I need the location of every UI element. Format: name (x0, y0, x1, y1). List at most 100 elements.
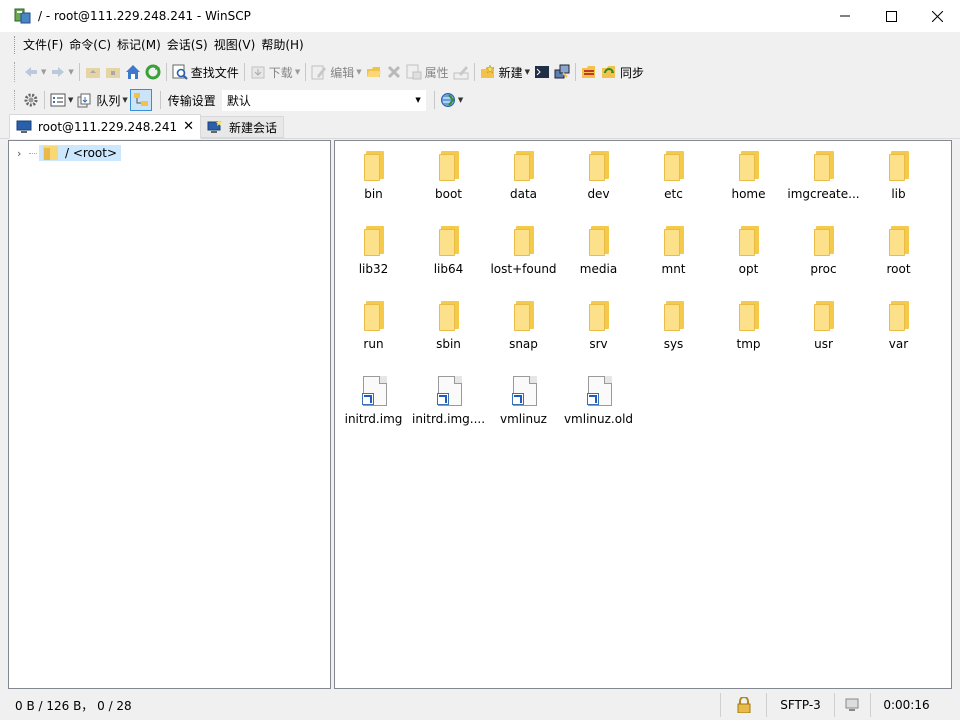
view-mode-button[interactable]: ▼ (48, 89, 75, 111)
compare-directories-button[interactable] (579, 61, 599, 83)
folder-item[interactable]: var (861, 295, 936, 370)
putty-button[interactable] (552, 61, 572, 83)
menu-grip[interactable] (14, 36, 17, 54)
rename-button[interactable] (451, 61, 471, 83)
transfer-options-dropdown-icon[interactable]: ▼ (458, 96, 463, 104)
forward-dropdown-icon[interactable]: ▼ (68, 68, 73, 76)
folder-item[interactable]: opt (711, 220, 786, 295)
folder-item[interactable]: proc (786, 220, 861, 295)
chevron-right-icon[interactable]: › (17, 147, 29, 160)
file-name: lib (891, 187, 906, 201)
link-item[interactable]: vmlinuz.old (561, 370, 636, 445)
folder-item[interactable]: dev (561, 145, 636, 220)
menu-command[interactable]: 命令(C) (66, 34, 114, 56)
refresh-button[interactable] (143, 61, 163, 83)
winscp-app-icon[interactable] (14, 7, 32, 25)
folder-item[interactable]: data (486, 145, 561, 220)
properties-icon (406, 64, 422, 80)
console-button[interactable] (532, 61, 552, 83)
edit-icon (311, 65, 327, 80)
folder-item[interactable]: sbin (411, 295, 486, 370)
file-name: root (886, 262, 911, 276)
tree-root-node[interactable]: › / <root> (17, 144, 122, 162)
maximize-button[interactable] (868, 0, 914, 32)
folder-item[interactable]: lib32 (336, 220, 411, 295)
parent-directory-button[interactable] (83, 61, 103, 83)
link-item[interactable]: initrd.img (336, 370, 411, 445)
folder-item[interactable]: lib64 (411, 220, 486, 295)
queue-button[interactable]: 队列 ▼ (75, 89, 129, 111)
find-files-button[interactable]: 查找文件 (170, 61, 241, 83)
folder-item[interactable]: root (861, 220, 936, 295)
directory-tree-pane[interactable]: › / <root> (8, 140, 331, 689)
title-bar: / - root@111.229.248.241 - WinSCP (0, 0, 960, 32)
menu-session[interactable]: 会话(S) (164, 34, 211, 56)
tab-session[interactable]: root@111.229.248.241 ✕ (9, 114, 202, 139)
folder-item[interactable]: etc (636, 145, 711, 220)
synchronize-button[interactable]: 同步 (599, 61, 646, 83)
menu-help[interactable]: 帮助(H) (258, 34, 306, 56)
folder-icon (813, 301, 834, 331)
tree-root-item[interactable]: / <root> (39, 145, 122, 161)
menu-view[interactable]: 视图(V) (211, 34, 259, 56)
folder-item[interactable]: run (336, 295, 411, 370)
delete-button[interactable] (384, 61, 404, 83)
folder-icon (813, 151, 834, 181)
new-dropdown-icon[interactable]: ▼ (525, 68, 530, 76)
minimize-button[interactable] (822, 0, 868, 32)
menu-mark[interactable]: 标记(M) (114, 34, 164, 56)
new-button[interactable]: 新建 ▼ (478, 61, 532, 83)
link-item[interactable]: initrd.img.... (411, 370, 486, 445)
back-button[interactable]: ▼ (21, 61, 48, 83)
console-icon (535, 66, 550, 78)
folder-item[interactable]: usr (786, 295, 861, 370)
folder-item[interactable]: sys (636, 295, 711, 370)
transfer-settings-select[interactable]: 默认 ▼ (221, 89, 426, 111)
folder-item[interactable]: lost+found (486, 220, 561, 295)
home-directory-button[interactable] (123, 61, 143, 83)
file-list-pane[interactable]: bin boot data dev etc home imgcreate... lib lib3… (334, 140, 952, 689)
toolbar-grip[interactable] (14, 62, 17, 82)
encryption-status[interactable] (720, 693, 766, 717)
file-name: snap (509, 337, 538, 351)
folder-item[interactable]: lib (861, 145, 936, 220)
menu-file[interactable]: 文件(F) (20, 34, 66, 56)
transfer-globe-icon (440, 93, 455, 107)
compression-status[interactable] (834, 693, 870, 717)
folder-item[interactable]: mnt (636, 220, 711, 295)
transfer-options-button[interactable]: ▼ (438, 89, 465, 111)
folder-item[interactable]: snap (486, 295, 561, 370)
folder-item[interactable]: boot (411, 145, 486, 220)
view-mode-dropdown-icon[interactable]: ▼ (68, 96, 73, 104)
toolbar-grip[interactable] (14, 90, 17, 110)
open-button[interactable] (364, 61, 384, 83)
folder-item[interactable]: imgcreate... (786, 145, 861, 220)
edit-dropdown-icon[interactable]: ▼ (356, 68, 361, 76)
download-button[interactable]: 下载 ▼ (248, 61, 302, 83)
tab-new-session[interactable]: 新建会话 (201, 116, 285, 138)
folder-item[interactable]: media (561, 220, 636, 295)
file-name: etc (664, 187, 683, 201)
transfer-settings-label: 传输设置 (167, 93, 216, 108)
download-dropdown-icon[interactable]: ▼ (295, 68, 300, 76)
folder-item[interactable]: srv (561, 295, 636, 370)
close-tab-icon[interactable]: ✕ (183, 119, 194, 134)
edit-button[interactable]: 编辑 ▼ (309, 61, 363, 83)
properties-button[interactable]: 属性 (404, 61, 451, 83)
folder-item[interactable]: bin (336, 145, 411, 220)
home-icon (125, 65, 140, 79)
folder-item[interactable]: tmp (711, 295, 786, 370)
link-item[interactable]: vmlinuz (486, 370, 561, 445)
queue-dropdown-icon[interactable]: ▼ (122, 96, 127, 104)
folder-item[interactable]: home (711, 145, 786, 220)
window-title: / - root@111.229.248.241 - WinSCP (38, 9, 251, 23)
protocol-label: SFTP-3 (780, 698, 821, 712)
back-dropdown-icon[interactable]: ▼ (41, 68, 46, 76)
preferences-button[interactable] (21, 89, 41, 111)
folder-icon (888, 151, 909, 181)
close-button[interactable] (914, 0, 960, 32)
delete-x-icon (387, 65, 400, 79)
tree-toggle-button[interactable] (129, 89, 152, 111)
forward-button[interactable]: ▼ (48, 61, 75, 83)
root-directory-button[interactable] (103, 61, 123, 83)
